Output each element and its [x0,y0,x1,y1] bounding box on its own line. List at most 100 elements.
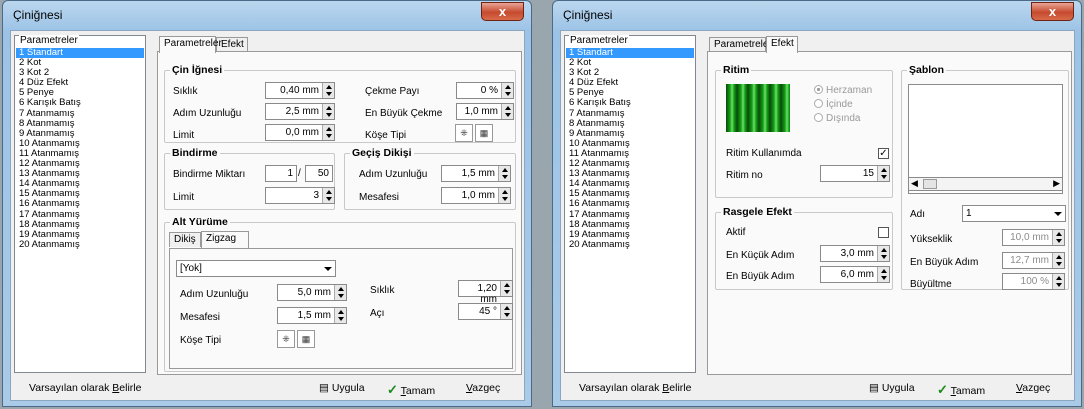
label-cekme-payi: Çekme Payı [365,86,420,97]
bindirme-miktar-denominator[interactable]: 50 [305,165,333,182]
gecis-adim-stepper[interactable]: 1,5 mm [441,165,511,182]
stepper-arrows-icon[interactable] [877,267,889,282]
zigzag-siklik-stepper[interactable]: 1,20 mm [458,280,513,305]
corner-type-b-icon[interactable]: ▦ [297,330,315,348]
label-mesafesi: Mesafesi [359,192,400,203]
bindirme-miktar-input[interactable]: 1 [265,165,297,182]
ritim-kullanimda-checkbox[interactable]: ✓ [878,148,889,159]
sablon-en-buyuk-adim-stepper[interactable]: 12,7 mm [1002,252,1065,269]
close-button[interactable]: x [1031,2,1074,21]
radio-disinda[interactable]: Dışında [814,113,860,124]
parameter-item[interactable]: 16 Atanmamış [16,199,144,209]
en-buyuk-adim-stepper[interactable]: 6,0 mm [820,266,890,283]
button-bar: Varsayılan olarak Belirle ▤ Uygula ✓ Tam… [561,375,1074,401]
yukseklik-stepper[interactable]: 10,0 mm [1002,229,1065,246]
stepper-arrows-icon[interactable] [322,104,334,119]
apply-button[interactable]: ▤ Uygula [869,382,915,394]
cancel-button[interactable]: Vazgeç [1016,382,1050,394]
label-limit: Limit [173,130,195,141]
stitch-type-select[interactable]: [Yok] [176,260,336,277]
tab-parametreler[interactable]: Parametreler [709,37,772,52]
stepper-arrows-icon[interactable] [322,83,334,98]
zigzag-mesafe-stepper[interactable]: 1,5 mm [277,307,347,324]
button-bar: Varsayılan olarak Belirle ▤ Uygula ✓ Tam… [11,375,524,401]
en-buyuk-cekme-stepper[interactable]: 1,0 mm [456,103,514,120]
ok-button[interactable]: ✓ Tamam [937,382,985,398]
en-kucuk-adim-stepper[interactable]: 3,0 mm [820,245,890,262]
group-title: Çin İğnesi [170,64,225,76]
buyultme-stepper[interactable]: 100 % [1002,273,1065,290]
label-mesafesi: Mesafesi [180,312,221,323]
label-adim-uzunlugu: Adım Uzunluğu [180,289,249,300]
calculator-icon: ▤ [869,382,879,394]
gecis-mesafe-stepper[interactable]: 1,0 mm [441,187,511,204]
chevron-down-icon[interactable] [1051,206,1065,221]
parameter-list-header: Parametreler [569,35,629,46]
stepper-arrows-icon[interactable] [877,246,889,261]
stepper-arrows-icon[interactable] [877,166,889,181]
adim-uzunlugu-stepper[interactable]: 2,5 mm [265,103,335,120]
stepper-arrows-icon[interactable] [1052,230,1064,245]
tab-dikis[interactable]: Dikiş [169,232,201,247]
tab-page-parametreler: Çin İğnesi Sıklık 0,40 mm Adım Uzunluğu … [157,51,522,375]
parameter-list[interactable]: Parametreler 1 Standart 2 Kot 3 Kot 24 Düz… [564,35,696,373]
apply-button[interactable]: ▤ Uygula [319,382,365,394]
ritim-preview [726,84,790,132]
stepper-arrows-icon[interactable] [322,125,334,140]
label-buyultme: Büyültme [910,279,952,290]
label-adim-uzunlugu: Adım Uzunluğu [359,169,428,180]
arrow-left-icon[interactable]: ◀ [911,178,918,189]
label-en-kucuk-adim: En Küçük Adım [726,250,795,261]
dialog-efekt: Çiniğnesi x Parametreler 1 Standart 2 Kot… [552,0,1082,407]
stepper-arrows-icon[interactable] [500,304,512,319]
stepper-arrows-icon[interactable] [334,308,346,323]
stepper-arrows-icon[interactable] [501,83,513,98]
parameter-item[interactable]: 16 Atanmamış [566,199,694,209]
corner-type-a-icon[interactable]: ⁜ [455,124,473,142]
zigzag-aci-stepper[interactable]: 45 ° [458,303,513,320]
aktif-checkbox[interactable] [878,227,889,238]
set-default-button[interactable]: Varsayılan olarak Belirle [579,382,691,394]
zigzag-adim-stepper[interactable]: 5,0 mm [277,284,347,301]
parameter-item[interactable]: 20 Atanmamış [16,239,144,250]
sablon-scrollbar[interactable]: ◀ ▶ [908,177,1063,191]
corner-type-b-icon[interactable]: ▦ [475,124,493,142]
scroll-thumb[interactable] [923,179,937,189]
limit-stepper[interactable]: 0,0 mm [265,124,335,141]
ritim-no-stepper[interactable]: 15 [820,165,890,182]
label-yukseklik: Yükseklik [910,234,953,245]
ok-button[interactable]: ✓ Tamam [387,382,435,398]
stepper-arrows-icon[interactable] [498,166,510,181]
stepper-arrows-icon[interactable] [501,104,513,119]
label-adi: Adı [910,209,926,220]
stepper-arrows-icon[interactable] [500,281,512,296]
stepper-arrows-icon[interactable] [1052,274,1064,289]
radio-icinde[interactable]: İçinde [814,99,853,110]
tab-zigzag[interactable]: Zigzag [201,231,249,248]
label-siklik: Sıklık [173,86,198,97]
parameter-items: 1 Standart 2 Kot 3 Kot 24 Düz Efekt 5 Penye… [566,47,694,250]
checkmark-icon: ✓ [387,382,398,397]
tab-parametreler[interactable]: Parametreler [159,36,222,53]
group-cin-ignesi: Çin İğnesi Sıklık 0,40 mm Adım Uzunluğu … [164,64,516,143]
dialog-parametreler: Çiniğnesi x Parametreler 1 Standart 2 Kot… [2,0,532,407]
close-button[interactable]: x [481,2,524,21]
cekme-payi-stepper[interactable]: 0 % [456,82,514,99]
sablon-name-select[interactable]: 1 [962,205,1066,222]
radio-herzaman[interactable]: Herzaman [814,85,872,96]
bindirme-limit-stepper[interactable]: 3 [265,187,335,204]
cancel-button[interactable]: Vazgeç [466,382,500,394]
stepper-arrows-icon[interactable] [322,188,334,203]
stepper-arrows-icon[interactable] [1052,253,1064,268]
tab-efekt[interactable]: Efekt [766,36,798,53]
arrow-right-icon[interactable]: ▶ [1053,178,1060,189]
siklik-stepper[interactable]: 0,40 mm [265,82,335,99]
stepper-arrows-icon[interactable] [498,188,510,203]
chevron-down-icon[interactable] [321,261,335,276]
corner-type-a-icon[interactable]: ⁜ [277,330,295,348]
parameter-list[interactable]: Parametreler 1 Standart 2 Kot 3 Kot 24 Düz… [14,35,146,373]
set-default-button[interactable]: Varsayılan olarak Belirle [29,382,141,394]
parameter-item[interactable]: 20 Atanmamış [566,239,694,250]
window-title: Çiniğnesi [13,8,63,22]
stepper-arrows-icon[interactable] [334,285,346,300]
